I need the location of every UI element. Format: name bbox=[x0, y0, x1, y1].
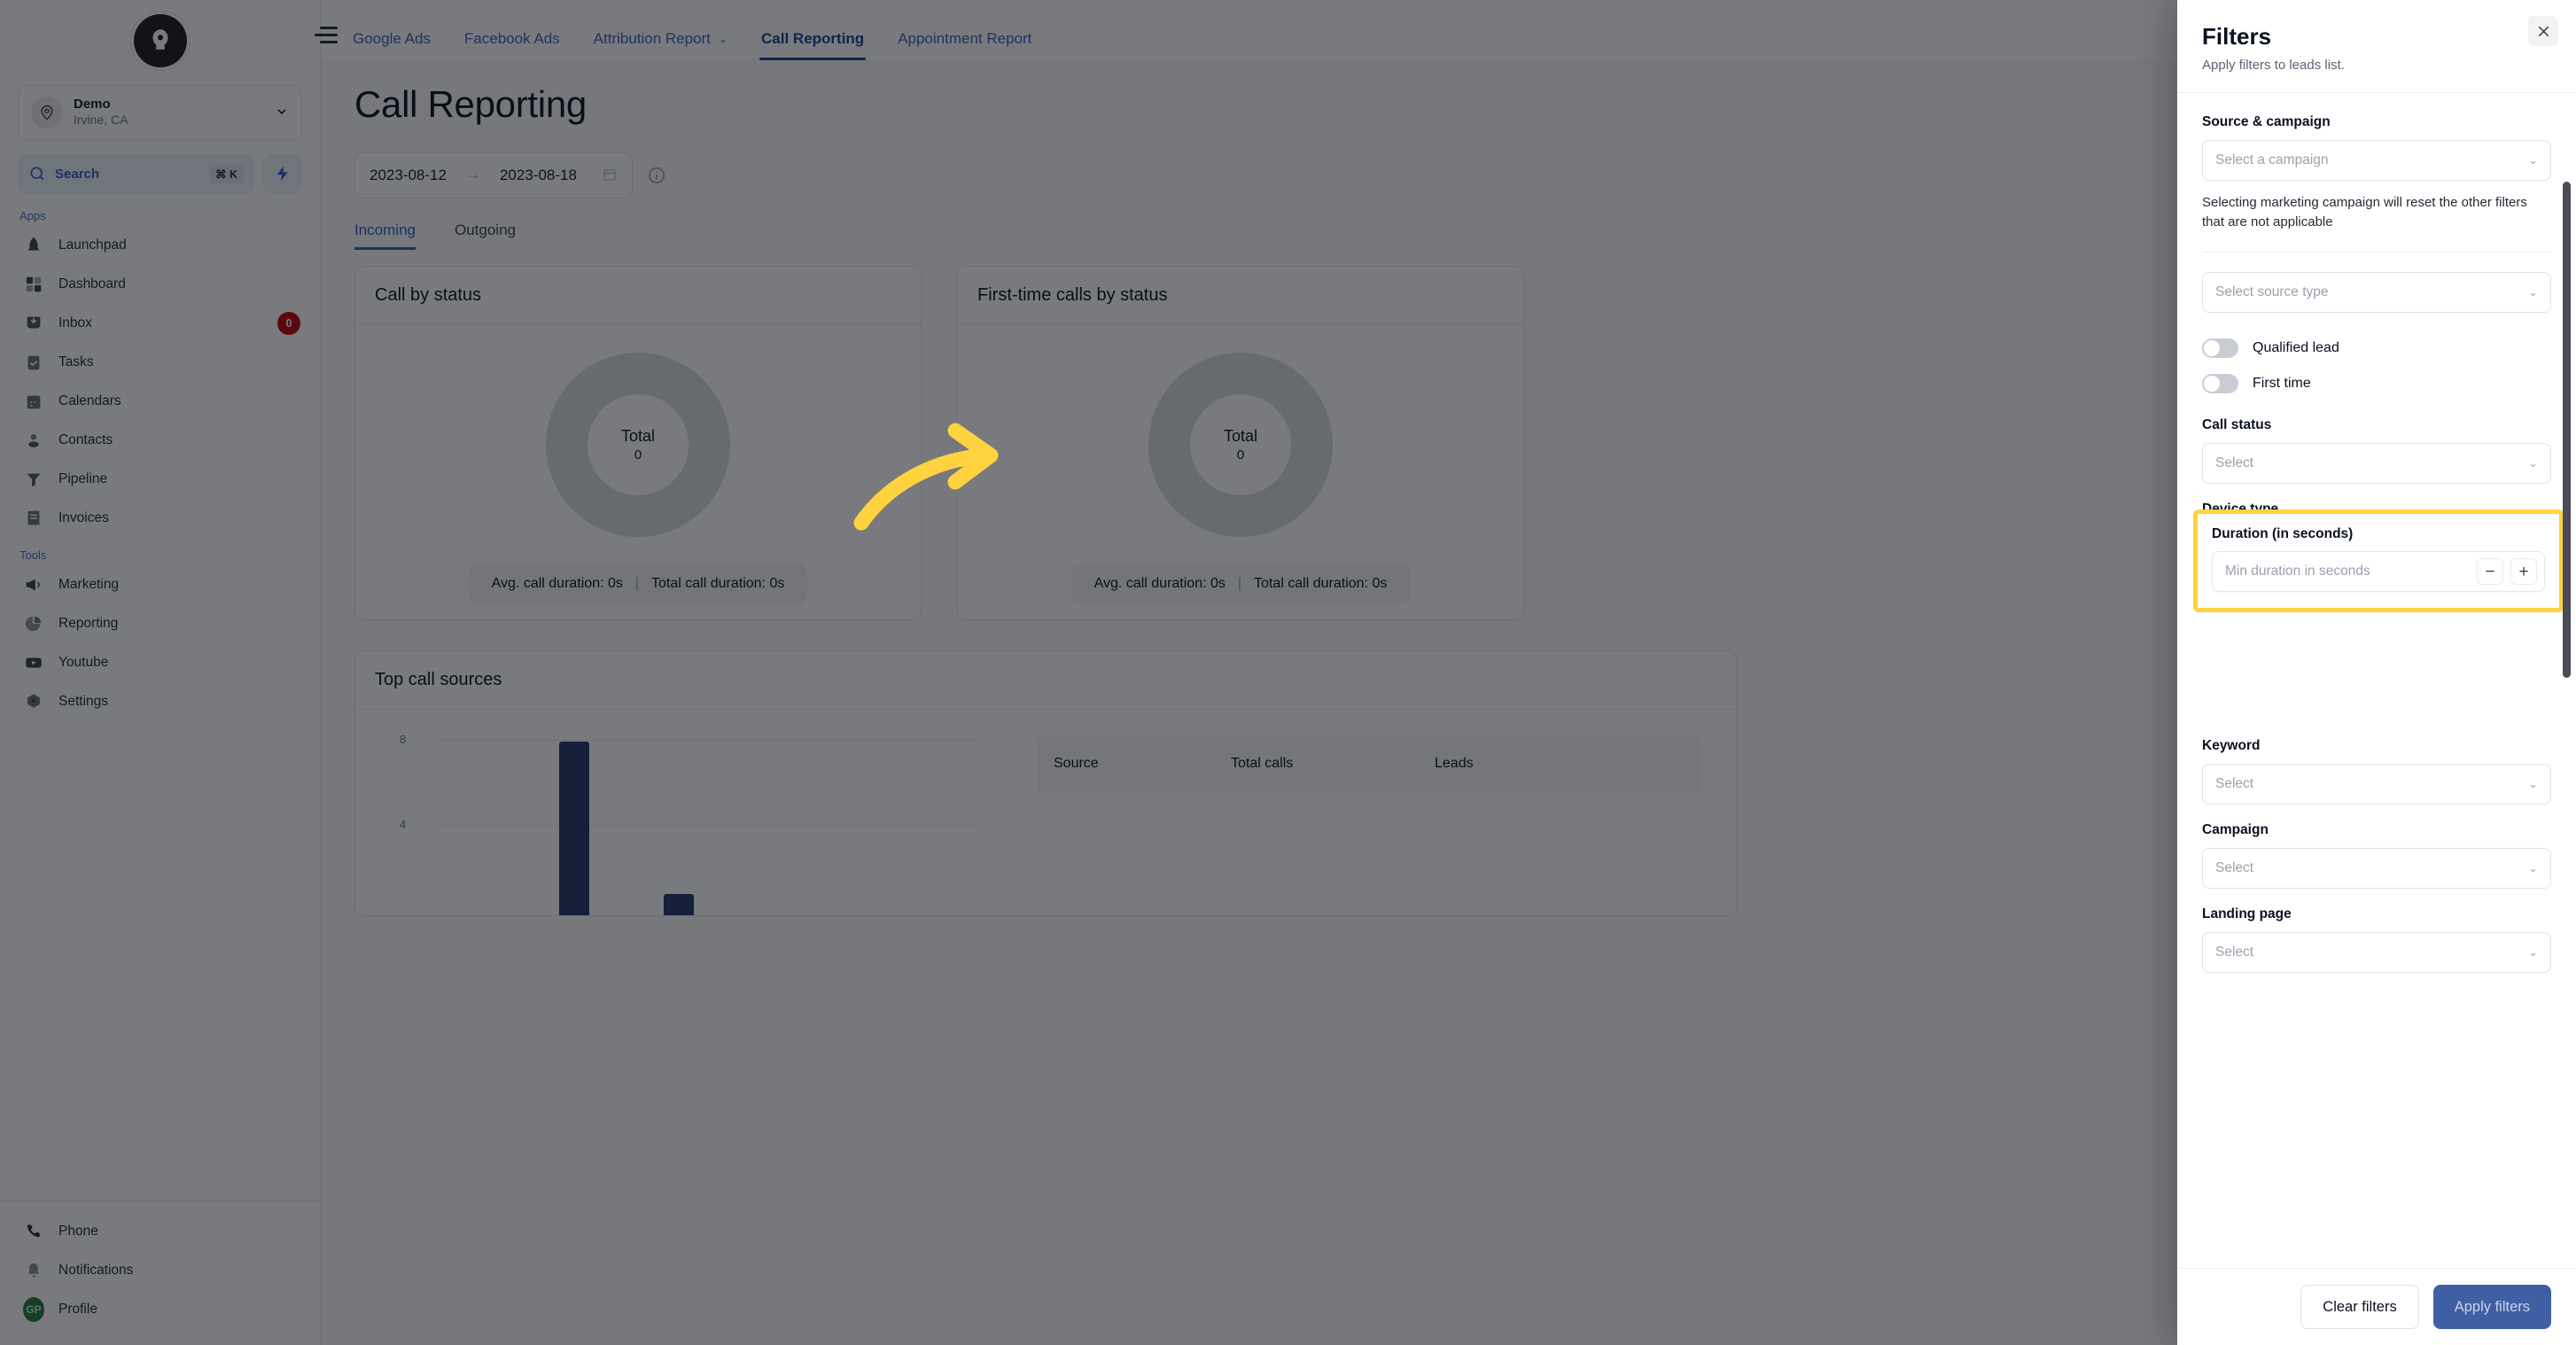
filter-group-keyword: Keyword Select ⌄ bbox=[2202, 738, 2551, 805]
source-type-placeholder: Select source type bbox=[2215, 284, 2329, 299]
toggle-switch[interactable] bbox=[2202, 373, 2238, 393]
toggle-qualified-lead[interactable]: Qualified lead bbox=[2202, 330, 2551, 366]
apply-filters-button[interactable]: Apply filters bbox=[2432, 1285, 2551, 1329]
filter-group-campaign: Campaign Select ⌄ bbox=[2202, 822, 2551, 889]
chevron-down-icon: ⌄ bbox=[2528, 860, 2538, 875]
filter-label-campaign: Campaign bbox=[2202, 821, 2269, 837]
chevron-down-icon: ⌄ bbox=[2528, 284, 2538, 299]
landing-page-placeholder: Select bbox=[2215, 944, 2254, 960]
filters-title: Filters bbox=[2202, 23, 2272, 50]
divider bbox=[2202, 251, 2551, 253]
filter-label-source-campaign: Source & campaign bbox=[2202, 114, 2331, 129]
call-status-select[interactable]: Select ⌄ bbox=[2202, 442, 2551, 484]
keyword-placeholder: Select bbox=[2215, 775, 2254, 791]
call-status-placeholder: Select bbox=[2215, 455, 2254, 470]
close-icon[interactable] bbox=[2528, 16, 2558, 46]
toggle-first-time[interactable]: First time bbox=[2202, 366, 2551, 401]
filter-group-source-type: Select source type ⌄ bbox=[2202, 271, 2551, 313]
increment-button[interactable]: + bbox=[2510, 558, 2537, 585]
decrement-button[interactable]: − bbox=[2477, 558, 2503, 585]
filters-panel-footer: Clear filters Apply filters bbox=[2177, 1268, 2576, 1345]
filters-hint: Selecting marketing campaign will reset … bbox=[2202, 195, 2527, 229]
landing-page-select[interactable]: Select ⌄ bbox=[2202, 931, 2551, 973]
filters-panel: Filters Apply filters to leads list. Sou… bbox=[2177, 0, 2576, 1345]
duration-stepper[interactable]: Min duration in seconds − + bbox=[2212, 551, 2545, 592]
chevron-down-icon: ⌄ bbox=[2528, 455, 2538, 470]
campaign-placeholder: Select a campaign bbox=[2215, 152, 2329, 167]
chevron-down-icon: ⌄ bbox=[2528, 945, 2538, 959]
campaign-select[interactable]: Select a campaign ⌄ bbox=[2202, 140, 2551, 181]
toggle-label: Qualified lead bbox=[2253, 339, 2339, 355]
chevron-down-icon: ⌄ bbox=[2528, 776, 2538, 790]
campaign-field-placeholder: Select bbox=[2215, 859, 2254, 875]
duration-input[interactable]: Min duration in seconds bbox=[2225, 564, 2470, 579]
toggle-label: First time bbox=[2253, 375, 2311, 391]
filter-label-duration: Duration (in seconds) bbox=[2212, 526, 2354, 541]
filter-label-landing-page: Landing page bbox=[2202, 906, 2292, 921]
filter-label-keyword: Keyword bbox=[2202, 737, 2261, 753]
filters-subtitle: Apply filters to leads list. bbox=[2202, 58, 2345, 73]
keyword-select[interactable]: Select ⌄ bbox=[2202, 763, 2551, 805]
screenshot-root: Demo Irvine, CA Search ⌘ K bbox=[0, 0, 2576, 1345]
filter-label-call-status: Call status bbox=[2202, 416, 2272, 432]
filter-group-call-status: Call status Select ⌄ bbox=[2202, 417, 2551, 484]
chevron-down-icon: ⌄ bbox=[2528, 153, 2538, 167]
filters-panel-body: Source & campaign Select a campaign ⌄ Se… bbox=[2177, 93, 2576, 1268]
filter-group-source-campaign: Source & campaign Select a campaign ⌄ Se… bbox=[2202, 114, 2551, 232]
filter-group-duration-highlighted: Duration (in seconds) Min duration in se… bbox=[2193, 509, 2564, 612]
source-type-select[interactable]: Select source type ⌄ bbox=[2202, 271, 2551, 313]
clear-filters-button[interactable]: Clear filters bbox=[2300, 1285, 2419, 1329]
panel-scrollbar[interactable] bbox=[2563, 182, 2571, 678]
filters-panel-header: Filters Apply filters to leads list. bbox=[2177, 0, 2576, 93]
filter-group-landing-page: Landing page Select ⌄ bbox=[2202, 906, 2551, 973]
campaign-field-select[interactable]: Select ⌄ bbox=[2202, 847, 2551, 889]
toggle-switch[interactable] bbox=[2202, 338, 2238, 358]
